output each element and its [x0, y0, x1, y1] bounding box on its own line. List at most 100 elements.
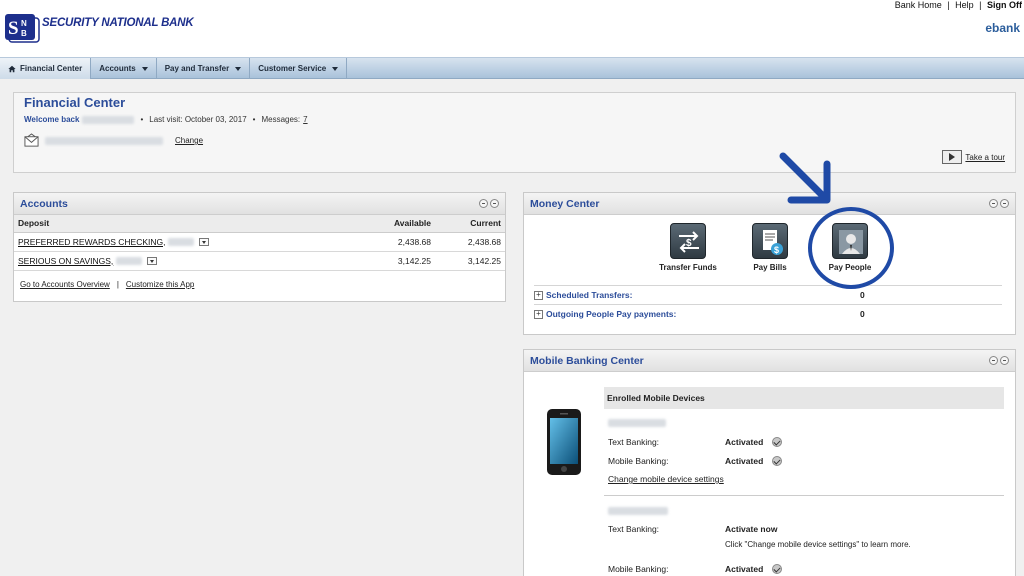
customize-app-link[interactable]: Customize this App — [126, 280, 194, 289]
email-row: Change — [24, 133, 203, 148]
outgoing-people-pay-row[interactable]: + Outgoing People Pay payments: 0 — [534, 304, 1002, 323]
chevron-down-icon — [235, 66, 242, 71]
check-icon — [772, 456, 782, 466]
current-balance: 2,438.68 — [435, 232, 505, 252]
accounts-widget: Accounts Deposit Available Current PREFE… — [13, 192, 506, 302]
current-balance: 3,142.25 — [435, 251, 505, 271]
change-email-link[interactable]: Change — [175, 136, 203, 145]
activate-now-status: Activate now — [725, 524, 778, 534]
change-device-settings-link[interactable]: Change mobile device settings — [608, 474, 724, 484]
accounts-overview-link[interactable]: Go to Accounts Overview — [20, 280, 110, 289]
available-balance: 3,142.25 — [355, 251, 435, 271]
help-link[interactable]: Help — [955, 0, 974, 10]
mobile-banking-status: Activated — [725, 456, 764, 466]
messages-label: Messages: — [261, 115, 301, 124]
nav-financial-center[interactable]: Financial Center — [0, 58, 92, 79]
redacted-account-number — [115, 257, 142, 266]
table-row: SERIOUS ON SAVINGS, 3,142.25 3,142.25 — [14, 251, 505, 271]
home-icon — [8, 65, 16, 72]
collapse-icon[interactable] — [1000, 356, 1009, 365]
redacted-email — [45, 136, 163, 145]
svg-text:$: $ — [686, 238, 692, 249]
mobile-banking-label: Mobile Banking: — [608, 564, 669, 574]
smartphone-icon — [547, 409, 581, 475]
svg-text:$: $ — [774, 245, 779, 255]
row-label: Scheduled Transfers: — [546, 290, 633, 300]
top-links: Bank Home | Help | Sign Off — [895, 0, 1022, 10]
column-header-current: Current — [435, 215, 505, 233]
expand-icon[interactable]: + — [534, 309, 543, 319]
bullet-separator: • — [140, 115, 144, 124]
device-divider — [604, 495, 1004, 496]
check-icon — [772, 437, 782, 447]
messages-count-link[interactable]: 7 — [303, 115, 307, 124]
nav-customer-service[interactable]: Customer Service — [250, 58, 348, 79]
widget-controls — [987, 199, 1009, 208]
link-separator: | — [116, 279, 119, 289]
pay-bills-button[interactable]: $ Pay Bills — [735, 223, 805, 272]
take-tour-link[interactable]: Take a tour — [965, 153, 1005, 162]
nav-accounts[interactable]: Accounts — [91, 58, 157, 79]
envelope-icon — [24, 133, 39, 147]
account-link[interactable]: SERIOUS ON SAVINGS, — [18, 256, 113, 266]
minimize-icon[interactable] — [989, 356, 998, 365]
nav-label: Financial Center — [20, 64, 83, 73]
nav-label: Pay and Transfer — [164, 64, 230, 73]
account-menu-dropdown[interactable] — [147, 257, 158, 266]
enrolled-devices-heading: Enrolled Mobile Devices — [604, 387, 1004, 409]
widget-controls — [477, 199, 499, 208]
transfer-icon: $ — [670, 223, 706, 259]
accounts-title: Accounts — [20, 198, 68, 210]
transfer-funds-button[interactable]: $ Transfer Funds — [653, 223, 723, 272]
action-label: Transfer Funds — [659, 263, 717, 272]
money-center-title: Money Center — [530, 198, 600, 210]
account-menu-dropdown[interactable] — [199, 238, 210, 247]
expand-icon[interactable]: + — [534, 290, 543, 300]
money-center-widget: Money Center $ Transfer Funds $ Pay Bill… — [523, 192, 1016, 335]
text-banking-label: Text Banking: — [608, 524, 660, 534]
mobile-banking-title: Mobile Banking Center — [530, 355, 644, 367]
column-header-deposit: Deposit — [14, 215, 355, 233]
text-banking-label: Text Banking: — [608, 437, 660, 447]
accounts-header: Accounts — [14, 193, 505, 215]
bank-name: SECURITY NATIONAL BANK — [42, 17, 194, 29]
bank-home-link[interactable]: Bank Home — [895, 0, 942, 10]
nav-pay-and-transfer[interactable]: Pay and Transfer — [157, 58, 251, 79]
text-banking-status: Activated — [725, 437, 764, 447]
mobile-banking-label: Mobile Banking: — [608, 456, 669, 466]
pay-people-highlight — [808, 207, 894, 289]
welcome-line: Welcome back • Last visit: October 03, 2… — [24, 115, 308, 124]
action-label: Pay Bills — [753, 263, 787, 272]
activation-note: Click "Change mobile device settings" to… — [725, 540, 911, 549]
financial-center-panel: Financial Center Welcome back • Last vis… — [13, 92, 1016, 173]
accounts-footer: Go to Accounts Overview | Customize this… — [14, 271, 505, 298]
bill-icon: $ — [752, 223, 788, 259]
column-header-available: Available — [355, 215, 435, 233]
account-link[interactable]: PREFERRED REWARDS CHECKING, — [18, 237, 166, 247]
redacted-phone-number — [608, 507, 668, 515]
ebank-brand: ebank — [985, 21, 1020, 35]
collapse-icon[interactable] — [490, 199, 499, 208]
svg-text:B: B — [21, 29, 27, 38]
account-name-cell: PREFERRED REWARDS CHECKING, — [14, 232, 355, 252]
money-center-actions: $ Transfer Funds $ Pay Bills Pay People — [524, 223, 1015, 278]
widget-controls — [987, 356, 1009, 365]
page-title: Financial Center — [24, 95, 126, 110]
bank-logo[interactable]: S N B SECURITY NATIONAL BANK — [4, 11, 194, 43]
minimize-icon[interactable] — [479, 199, 488, 208]
play-icon[interactable] — [942, 150, 963, 164]
sign-off-link[interactable]: Sign Off — [987, 0, 1022, 10]
svg-text:N: N — [21, 19, 27, 28]
collapse-icon[interactable] — [1000, 199, 1009, 208]
chevron-down-icon — [332, 66, 339, 71]
mobile-banking-status: Activated — [725, 564, 764, 574]
scheduled-transfers-row[interactable]: + Scheduled Transfers: 0 — [534, 285, 1002, 304]
minimize-icon[interactable] — [989, 199, 998, 208]
mobile-banking-widget: Mobile Banking Center Enrolled Mobile De… — [523, 349, 1016, 576]
take-tour[interactable]: Take a tour — [942, 150, 1005, 164]
money-center-header: Money Center — [524, 193, 1015, 215]
row-count: 0 — [860, 309, 865, 319]
accounts-table: Deposit Available Current PREFERRED REWA… — [14, 215, 505, 271]
redacted-account-number — [167, 238, 194, 247]
account-name-cell: SERIOUS ON SAVINGS, — [14, 251, 355, 271]
